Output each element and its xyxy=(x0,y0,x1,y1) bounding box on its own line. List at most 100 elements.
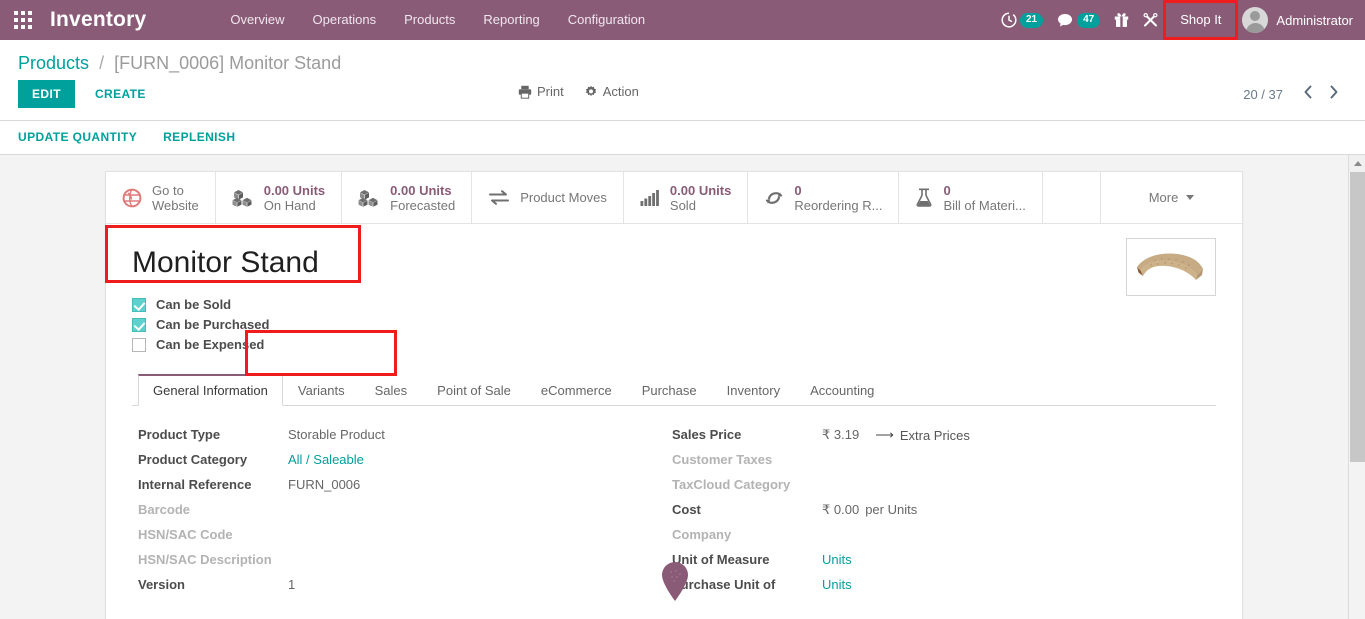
breadcrumb-products-link[interactable]: Products xyxy=(18,53,89,73)
stat-button-reordering-rules[interactable]: 0 Reordering R... xyxy=(748,172,900,223)
stat-button-on-hand[interactable]: 0.00 Units On Hand xyxy=(216,172,343,223)
update-quantity-button[interactable]: UPDATE QUANTITY xyxy=(18,130,137,144)
gear-icon xyxy=(585,85,596,96)
tab-point-of-sale[interactable]: Point of Sale xyxy=(422,374,526,406)
stat-button-more[interactable]: More xyxy=(1100,172,1242,223)
stat-label-forecasted: Forecasted xyxy=(390,197,456,213)
gift-button[interactable] xyxy=(1107,0,1136,40)
field-value-sales-price[interactable]: ₹ 3.19 xyxy=(822,427,859,443)
field-value-product-type[interactable]: Storable Product xyxy=(288,424,385,442)
stat-button-bill-of-materials[interactable]: 0 Bill of Materi... xyxy=(899,172,1043,223)
field-value-cost[interactable]: ₹ 0.00 xyxy=(822,502,859,518)
field-label-barcode: Barcode xyxy=(138,502,191,517)
field-value-internal-reference[interactable]: FURN_0006 xyxy=(288,474,360,492)
field-label-hsn-sac-code: HSN/SAC Code xyxy=(138,527,233,542)
pager-previous-button[interactable] xyxy=(1295,85,1321,103)
scrollbar-thumb[interactable] xyxy=(1350,172,1365,462)
stat-button-sold[interactable]: 0.00 Units Sold xyxy=(624,172,749,223)
field-value-cost-group: ₹ 0.00 per Units xyxy=(822,499,917,518)
user-menu[interactable]: Administrator xyxy=(1234,0,1365,40)
menu-item-operations[interactable]: Operations xyxy=(299,0,391,40)
product-title: Monitor Stand xyxy=(132,246,319,279)
breadcrumb-separator: / xyxy=(99,53,105,73)
field-value-unit-of-measure[interactable]: Units xyxy=(822,549,852,567)
scrollbar-up-button[interactable] xyxy=(1349,155,1365,172)
tab-general-information[interactable]: General Information xyxy=(138,374,283,406)
field-label-taxcloud-category: TaxCloud Category xyxy=(672,477,791,492)
stat-product-moves-text: Product Moves xyxy=(520,190,607,205)
field-value-purchase-unit-of-measure[interactable]: Units xyxy=(822,574,852,592)
product-image[interactable] xyxy=(1126,238,1216,296)
field-label-hsn-sac-description: HSN/SAC Description xyxy=(138,552,272,567)
top-navbar: Inventory Overview Operations Products R… xyxy=(0,0,1365,40)
field-customer-taxes: Customer Taxes xyxy=(672,449,1206,473)
menu-item-configuration[interactable]: Configuration xyxy=(554,0,659,40)
can-be-sold-label: Can be Sold xyxy=(156,297,232,312)
tab-ecommerce[interactable]: eCommerce xyxy=(526,374,627,406)
chat-bubble-icon xyxy=(1058,13,1073,27)
field-label-customer-taxes: Customer Taxes xyxy=(672,452,773,467)
general-information-fields: Product Type Storable Product Product Ca… xyxy=(132,406,1216,619)
breadcrumb-current: [FURN_0006] Monitor Stand xyxy=(114,53,342,73)
stat-value-reordering-rules: 0 xyxy=(794,182,802,198)
stat-label-reordering-rules: Reordering R... xyxy=(794,197,883,213)
stat-button-product-moves[interactable]: Product Moves xyxy=(472,172,624,223)
tab-purchase[interactable]: Purchase xyxy=(627,374,712,406)
apps-grid-glyph xyxy=(14,11,32,29)
print-menu[interactable]: Print xyxy=(518,84,564,99)
tab-accounting[interactable]: Accounting xyxy=(795,374,889,406)
menu-item-overview[interactable]: Overview xyxy=(216,0,298,40)
action-label: Action xyxy=(602,84,639,99)
can-be-purchased-checkbox[interactable] xyxy=(132,317,146,332)
field-version: Version 1 xyxy=(138,574,672,598)
can-be-sold-checkbox[interactable] xyxy=(132,297,146,312)
menu-item-products[interactable]: Products xyxy=(390,0,469,40)
tab-sales[interactable]: Sales xyxy=(360,374,423,406)
can-be-purchased-label: Can be Purchased xyxy=(156,317,270,332)
messaging-menu[interactable]: 47 xyxy=(1050,0,1107,40)
field-hsn-sac-code: HSN/SAC Code xyxy=(138,524,672,548)
app-brand-title[interactable]: Inventory xyxy=(46,8,156,32)
stat-button-go-to-website[interactable]: Go to Website xyxy=(106,172,216,223)
field-label-product-type: Product Type xyxy=(138,427,221,442)
pager-next-button[interactable] xyxy=(1321,85,1347,103)
messages-count-badge: 47 xyxy=(1077,12,1101,28)
field-value-version[interactable]: 1 xyxy=(288,574,295,592)
refresh-icon xyxy=(764,189,784,207)
replenish-button[interactable]: REPLENISH xyxy=(163,130,235,144)
create-button[interactable]: CREATE xyxy=(81,80,160,108)
field-value-sales-price-group: ₹ 3.19 ⟶ Extra Prices xyxy=(822,424,970,443)
field-product-type: Product Type Storable Product xyxy=(138,424,672,448)
secondary-action-bar: UPDATE QUANTITY REPLENISH xyxy=(0,121,1365,155)
activities-menu[interactable]: 21 xyxy=(994,0,1050,40)
form-notebook-tabs: General Information Variants Sales Point… xyxy=(132,374,1216,406)
field-company: Company xyxy=(672,524,1206,548)
print-label: Print xyxy=(537,84,564,99)
action-menu[interactable]: Action xyxy=(584,84,639,99)
tools-button[interactable] xyxy=(1136,0,1167,40)
vertical-scrollbar[interactable] xyxy=(1348,155,1365,619)
chevron-up-icon xyxy=(1353,161,1362,166)
edit-button[interactable]: EDIT xyxy=(18,80,75,108)
activities-count-badge: 21 xyxy=(1019,12,1044,28)
field-value-product-category[interactable]: All / Saleable xyxy=(288,449,364,467)
pager: 20 / 37 xyxy=(1243,85,1347,103)
extra-prices-link[interactable]: ⟶ Extra Prices xyxy=(875,427,970,443)
field-internal-reference: Internal Reference FURN_0006 xyxy=(138,474,672,498)
stat-button-forecasted[interactable]: 0.00 Units Forecasted xyxy=(342,172,473,223)
control-panel-actions: EDIT CREATE Print Action 20 / 37 xyxy=(18,80,1347,120)
shop-it-button[interactable]: Shop It xyxy=(1167,0,1234,40)
stat-go-to-website-text: Go to Website xyxy=(152,183,199,213)
tab-inventory[interactable]: Inventory xyxy=(712,374,795,406)
tab-variants[interactable]: Variants xyxy=(283,374,360,406)
more-label: More xyxy=(1148,190,1179,205)
exchange-icon xyxy=(488,189,510,207)
fields-left-column: Product Type Storable Product Product Ca… xyxy=(138,424,672,599)
pager-value: 20 / 37 xyxy=(1243,86,1283,102)
flask-icon xyxy=(915,188,933,208)
can-be-expensed-checkbox[interactable] xyxy=(132,337,146,352)
stat-forecasted-text: 0.00 Units Forecasted xyxy=(390,183,455,213)
apps-grid-icon[interactable] xyxy=(0,0,46,40)
menu-item-reporting[interactable]: Reporting xyxy=(469,0,553,40)
chevron-down-icon xyxy=(1186,195,1195,200)
